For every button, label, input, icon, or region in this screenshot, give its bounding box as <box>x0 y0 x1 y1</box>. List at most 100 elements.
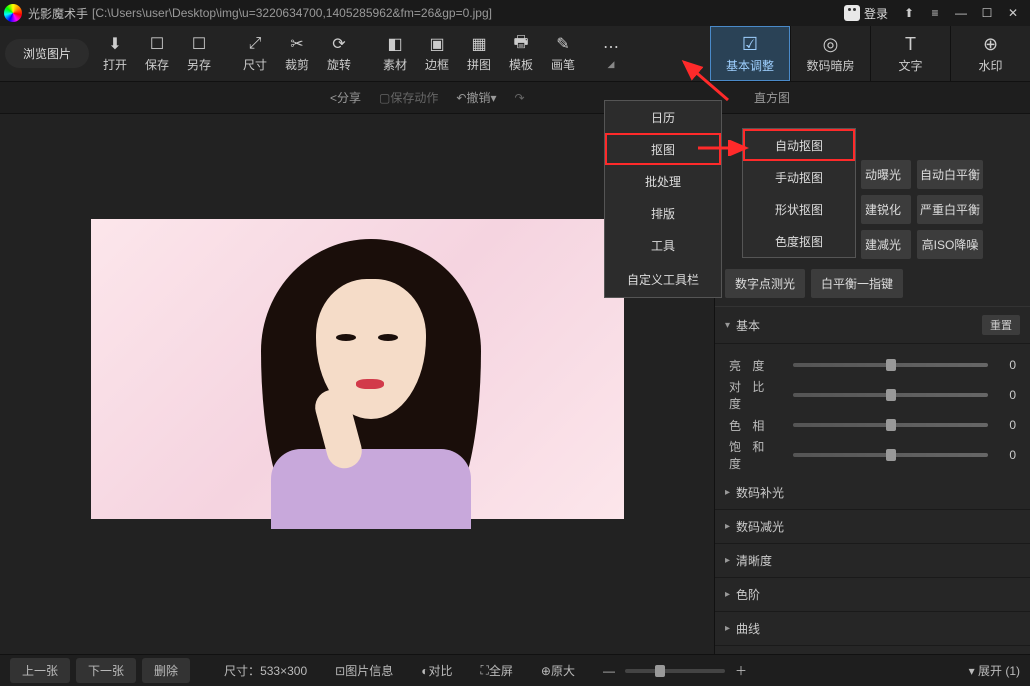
image-info-button[interactable]: ⊡ 图片信息 <box>335 662 393 679</box>
slider-saturation[interactable]: 饱 和 度0 <box>729 440 1016 470</box>
section-levels[interactable]: 色阶 <box>715 578 1030 612</box>
tool-brush[interactable]: ✎画笔 <box>542 26 584 81</box>
next-image-button[interactable]: 下一张 <box>76 658 136 683</box>
image-canvas <box>91 219 624 519</box>
tab-text[interactable]: T文字 <box>870 26 950 81</box>
tool-more[interactable]: ⋯◢ <box>584 26 638 81</box>
zoom-original-button[interactable]: ⊕ 原大 <box>541 662 575 679</box>
tool-rotate[interactable]: ⟳旋转 <box>318 26 360 81</box>
auto-exposure-button[interactable]: 动曝光 <box>861 160 911 189</box>
saveas-icon: ☐ <box>192 34 206 54</box>
submenu-manual-cutout[interactable]: 手动抠图 <box>743 161 855 193</box>
undo-icon: ↶ <box>456 91 466 105</box>
compare-button[interactable]: ◐ 对比 <box>421 662 452 679</box>
face-icon <box>844 5 860 21</box>
dropdown-arrow-icon: ◢ <box>608 59 615 70</box>
delete-button[interactable]: 删除 <box>142 658 190 683</box>
spot-meter-button[interactable]: 数字点测光 <box>725 269 805 298</box>
size-icon: ⤢ <box>249 34 262 54</box>
share-button[interactable]: < 分享 <box>330 89 361 106</box>
wb-onekey-button[interactable]: 白平衡一指键 <box>811 269 903 298</box>
meter-row: 数字点测光 白平衡一指键 <box>715 269 1030 306</box>
template-icon: 🖶 <box>513 34 528 54</box>
info-icon: ⊡ <box>335 664 345 678</box>
tab-watermark[interactable]: ⊕水印 <box>950 26 1030 81</box>
zoom-out-button[interactable]: — <box>603 664 615 678</box>
section-basic[interactable]: 基本 重置 <box>715 307 1030 344</box>
menu-tools[interactable]: 工具 <box>605 229 721 261</box>
menu-button[interactable]: ≡ <box>922 3 948 23</box>
login-button[interactable]: 登录 <box>844 5 888 22</box>
redo-icon: ↷ <box>515 91 525 105</box>
record-icon: ▢ <box>379 91 390 105</box>
material-icon: ◧ <box>387 34 402 54</box>
skin-button[interactable]: ⬆ <box>896 3 922 23</box>
zoom-in-button[interactable]: ＋ <box>735 662 747 679</box>
browse-button[interactable]: 浏览图片 <box>0 26 94 81</box>
annotation-arrow-1 <box>680 58 730 102</box>
camera-icon: ◎ <box>823 34 839 55</box>
section-fill-light[interactable]: 数码补光 <box>715 476 1030 510</box>
menu-customize[interactable]: 自定义工具栏 <box>605 261 721 297</box>
tool-collage[interactable]: ▦拼图 <box>458 26 500 81</box>
close-button[interactable]: ✕ <box>1000 3 1026 23</box>
tool-open[interactable]: ⬇打开 <box>94 26 136 81</box>
more-icon: ⋯ <box>603 37 619 57</box>
watermark-icon: ⊕ <box>983 34 998 55</box>
section-clarity[interactable]: 清晰度 <box>715 544 1030 578</box>
cutout-submenu: 自动抠图 手动抠图 形状抠图 色度抠图 <box>742 128 856 258</box>
main-area: 动曝光 自动白平衡 建锐化 严重白平衡 建减光 高ISO降噪 数字点测光 白平衡… <box>0 114 1030 654</box>
submenu-auto-cutout[interactable]: 自动抠图 <box>743 129 855 161</box>
reduce-light-button[interactable]: 建减光 <box>861 230 911 259</box>
section-reduce-light[interactable]: 数码减光 <box>715 510 1030 544</box>
expand-button[interactable]: ▾ 展开 (1) <box>969 662 1020 679</box>
tool-crop[interactable]: ✂裁剪 <box>276 26 318 81</box>
high-iso-button[interactable]: 高ISO降噪 <box>917 230 983 259</box>
redo-button[interactable]: ↷ <box>515 91 525 105</box>
login-label: 登录 <box>864 5 888 22</box>
submenu-chroma-cutout[interactable]: 色度抠图 <box>743 225 855 257</box>
tool-material[interactable]: ◧素材 <box>374 26 416 81</box>
slider-contrast[interactable]: 对 比 度0 <box>729 380 1016 410</box>
rotate-icon: ⟳ <box>332 34 345 54</box>
minimize-button[interactable]: — <box>948 3 974 23</box>
maximize-button[interactable]: ☐ <box>974 3 1000 23</box>
basic-sliders: 亮 度0 对 比 度0 色 相0 饱 和 度0 <box>715 344 1030 476</box>
save-action-button[interactable]: ▢ 保存动作 <box>379 89 438 106</box>
tool-save[interactable]: ☐保存 <box>136 26 178 81</box>
sharpen-button[interactable]: 建锐化 <box>861 195 911 224</box>
histogram-label: 直方图 <box>754 89 790 106</box>
menu-batch[interactable]: 批处理 <box>605 165 721 197</box>
fullscreen-button[interactable]: ⛶ 全屏 <box>480 662 512 679</box>
tool-size[interactable]: ⤢尺寸 <box>234 26 276 81</box>
zoom-slider[interactable] <box>625 669 725 673</box>
tab-darkroom[interactable]: ◎数码暗房 <box>790 26 870 81</box>
section-curves[interactable]: 曲线 <box>715 612 1030 646</box>
tool-saveas[interactable]: ☐另存 <box>178 26 220 81</box>
prev-image-button[interactable]: 上一张 <box>10 658 70 683</box>
file-path: [C:\Users\user\Desktop\img\u=3220634700,… <box>92 6 492 20</box>
brush-icon: ✎ <box>556 34 569 54</box>
submenu-shape-cutout[interactable]: 形状抠图 <box>743 193 855 225</box>
tool-border[interactable]: ▣边框 <box>416 26 458 81</box>
image-size-label: 尺寸：533×300 <box>224 662 307 679</box>
strong-whitebalance-button[interactable]: 严重白平衡 <box>917 195 983 224</box>
save-icon: ☐ <box>150 34 164 54</box>
slider-brightness[interactable]: 亮 度0 <box>729 350 1016 380</box>
menu-layout[interactable]: 排版 <box>605 197 721 229</box>
auto-whitebalance-button[interactable]: 自动白平衡 <box>917 160 983 189</box>
app-title: 光影魔术手 <box>28 5 88 22</box>
app-logo-icon <box>4 4 22 22</box>
menu-calendar[interactable]: 日历 <box>605 101 721 133</box>
undo-button[interactable]: ↶ 撤销 ▾ <box>456 89 496 106</box>
sub-toolbar: < 分享 ▢ 保存动作 ↶ 撤销 ▾ ↷ 直方图 <box>0 82 1030 114</box>
collage-icon: ▦ <box>471 34 486 54</box>
reset-button[interactable]: 重置 <box>982 315 1020 335</box>
title-bar: 光影魔术手 [C:\Users\user\Desktop\img\u=32206… <box>0 0 1030 26</box>
crop-icon: ✂ <box>290 34 303 54</box>
tool-template[interactable]: 🖶模板 <box>500 26 542 81</box>
tab-group: ☑基本调整 ◎数码暗房 T文字 ⊕水印 <box>710 26 1030 81</box>
open-icon: ⬇ <box>108 34 121 54</box>
slider-hue[interactable]: 色 相0 <box>729 410 1016 440</box>
basic-adjust-icon: ☑ <box>742 34 758 55</box>
